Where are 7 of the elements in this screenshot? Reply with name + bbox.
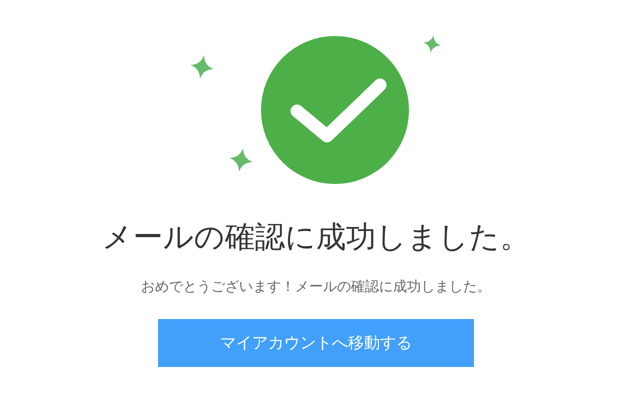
checkmark-icon: [261, 36, 409, 184]
success-title: メールの確認に成功しました。: [102, 219, 530, 257]
sparkle-icon: [423, 35, 441, 53]
my-account-button[interactable]: マイアカウントへ移動する: [158, 319, 474, 367]
sparkle-icon: [190, 55, 214, 79]
success-message: おめでとうございます！メールの確認に成功しました。: [141, 278, 491, 297]
sparkle-icon: [229, 148, 253, 172]
